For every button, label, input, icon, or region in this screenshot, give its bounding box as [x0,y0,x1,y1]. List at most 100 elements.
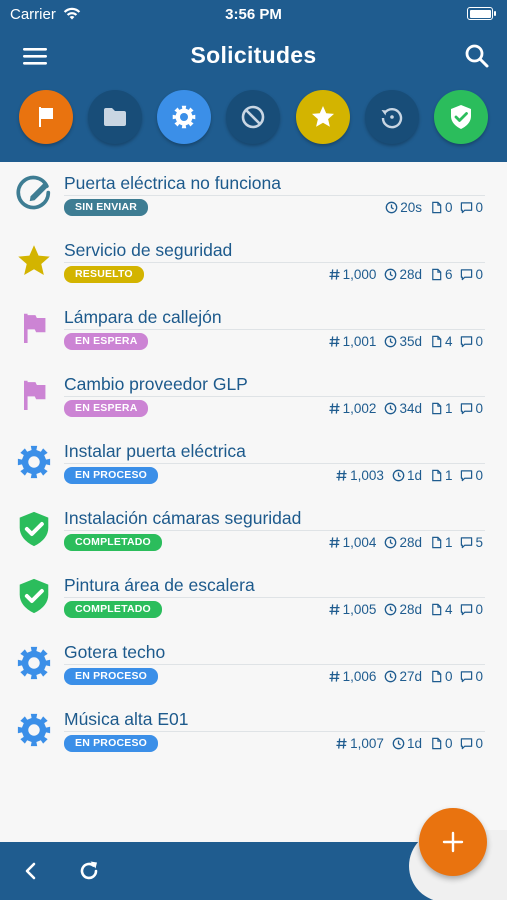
status-badge: EN PROCESO [64,735,159,752]
plus-icon [442,831,464,853]
file-icon [430,670,443,683]
status-badge: COMPLETADO [64,534,162,551]
filter-flag-button[interactable] [19,90,73,144]
hash-icon [335,737,348,750]
request-row[interactable]: Pintura área de escalera COMPLETADO 1,00… [0,564,507,631]
request-row[interactable]: Cambio proveedor GLP EN ESPERA 1,002 34d… [0,363,507,430]
search-icon[interactable] [463,42,491,70]
elapsed-time: 34d [384,401,422,416]
status-filter-bar [0,90,507,146]
edit-icon [14,174,54,214]
request-title: Puerta eléctrica no funciona [64,173,281,193]
status-badge: EN ESPERA [64,400,149,417]
clock-icon [384,536,397,549]
attachment-count: 1 [430,468,452,483]
request-meta: 1,002 34d 1 0 [328,401,483,416]
shield-check-icon [14,576,54,616]
comment-icon [460,469,473,482]
request-number: 1,006 [328,669,376,684]
request-row[interactable]: Instalación cámaras seguridad COMPLETADO… [0,497,507,564]
clock-icon [384,268,397,281]
comment-count: 5 [460,535,483,550]
clock: 3:56 PM [225,6,282,23]
divider [64,195,485,196]
comment-count: 0 [460,669,483,684]
request-meta: 20s 0 0 [385,200,483,215]
elapsed-time: 1d [392,736,422,751]
filter-in-progress-button[interactable] [157,90,211,144]
elapsed-time: 28d [384,267,422,282]
comment-icon [460,402,473,415]
hash-icon [328,268,341,281]
hash-icon [335,469,348,482]
filter-cancelled-button[interactable] [226,90,280,144]
file-icon [430,737,443,750]
comment-count: 0 [460,267,483,282]
page-title: Solicitudes [190,42,317,68]
request-title: Instalación cámaras seguridad [64,508,302,528]
request-title: Instalar puerta eléctrica [64,441,246,461]
star-icon [312,106,334,127]
request-title: Pintura área de escalera [64,575,255,595]
status-badge: SIN ENVIAR [64,199,149,216]
file-icon [430,402,443,415]
back-icon[interactable] [18,858,44,884]
add-request-button[interactable] [419,808,487,876]
filter-resolved-button[interactable] [296,90,350,144]
battery-icon [467,7,496,20]
hash-icon [328,335,341,348]
request-row[interactable]: Lámpara de callejón EN ESPERA 1,001 35d … [0,296,507,363]
request-meta: 1,005 28d 4 0 [328,602,483,617]
refresh-icon[interactable] [76,858,102,884]
attachment-count: 1 [430,535,452,550]
status-badge: EN PROCESO [64,467,159,484]
request-number: 1,003 [335,468,384,483]
file-icon [430,603,443,616]
status-badge: EN PROCESO [64,668,159,685]
comment-icon [460,536,473,549]
attachment-count: 1 [430,401,452,416]
divider [64,731,485,732]
elapsed-time: 35d [384,334,422,349]
clock-icon [392,737,405,750]
gear-icon [14,442,54,482]
request-row[interactable]: Música alta E01 EN PROCESO 1,007 1d 0 0 [0,698,507,765]
request-meta: 1,003 1d 1 0 [335,468,483,483]
clock-icon [384,670,397,683]
request-meta: 1,001 35d 4 0 [328,334,483,349]
hash-icon [328,670,341,683]
request-row[interactable]: Instalar puerta eléctrica EN PROCESO 1,0… [0,430,507,497]
comment-count: 0 [460,602,483,617]
flag-icon [14,375,54,415]
shield-check-icon [14,509,54,549]
shield-check-icon [451,105,471,129]
file-icon [430,469,443,482]
request-row[interactable]: Gotera techo EN PROCESO 1,006 27d 0 0 [0,631,507,698]
attachment-count: 4 [430,334,452,349]
request-number: 1,005 [328,602,376,617]
elapsed-time: 28d [384,535,422,550]
filter-history-button[interactable] [365,90,419,144]
elapsed-time: 27d [384,669,422,684]
request-meta: 1,000 28d 6 0 [328,267,483,282]
attachment-count: 0 [430,736,452,751]
comment-icon [460,201,473,214]
nav-bar: Solicitudes [0,30,507,82]
comment-icon [460,670,473,683]
history-icon [381,107,403,129]
comment-count: 0 [460,736,483,751]
divider [64,262,485,263]
file-icon [430,201,443,214]
clock-icon [384,335,397,348]
request-row[interactable]: Servicio de seguridad RESUELTO 1,000 28d… [0,229,507,296]
filter-completed-button[interactable] [434,90,488,144]
request-title: Servicio de seguridad [64,240,233,260]
request-number: 1,000 [328,267,376,282]
flag-icon [14,308,54,348]
request-row[interactable]: Puerta eléctrica no funciona SIN ENVIAR … [0,162,507,229]
flag-icon [39,107,53,127]
status-badge: RESUELTO [64,266,144,283]
filter-folder-button[interactable] [88,90,142,144]
comment-count: 0 [460,468,483,483]
gear-icon [172,105,196,129]
